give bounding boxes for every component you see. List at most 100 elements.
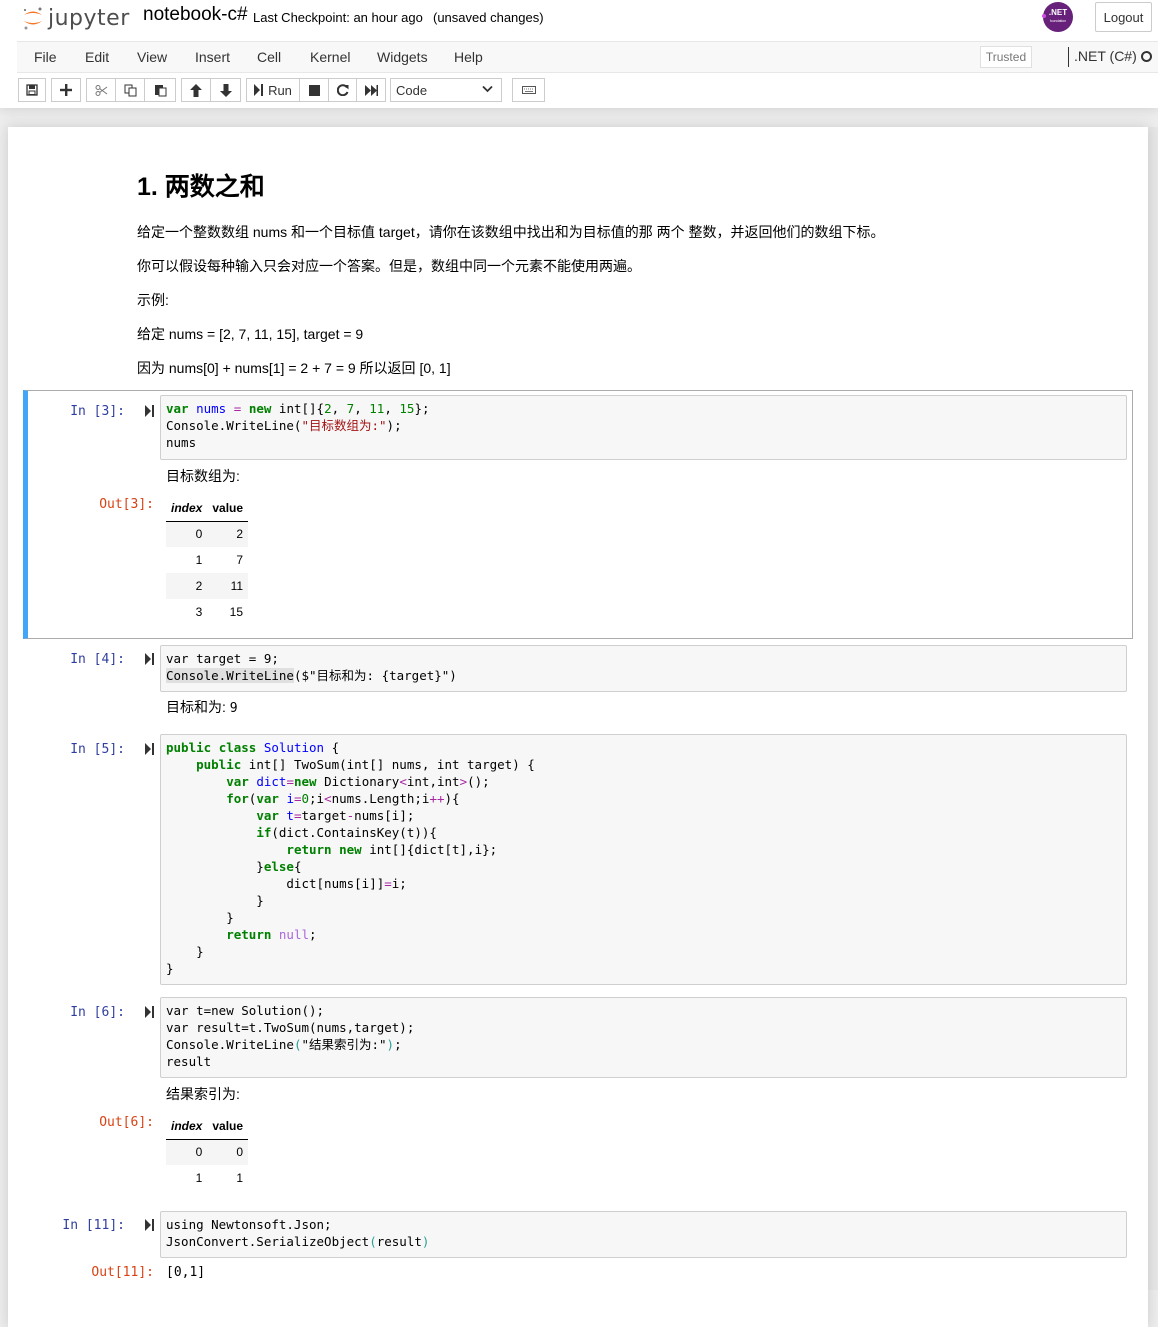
code-line: result [166, 1054, 212, 1069]
notebook-name[interactable]: notebook-c# [143, 4, 248, 26]
markdown-title: 1. 两数之和 [137, 167, 265, 203]
markdown-paragraph-5: 因为 nums[0] + nums[1] = 2 + 7 = 9 所以返回 [0… [137, 358, 451, 378]
code-input[interactable]: using Newtonsoft.Json; JsonConvert.Seria… [160, 1211, 1127, 1258]
code-line: nums [166, 435, 197, 450]
paste-icon [154, 84, 166, 96]
notebook-container: 1. 两数之和 给定一个整数数组 nums 和一个目标值 target，请你在该… [8, 127, 1148, 1327]
code-line: } [166, 944, 204, 959]
table-cell: 3 [195, 605, 203, 619]
kernel-name[interactable]: .NET (C#) [1074, 48, 1137, 64]
code-line: var t=target-nums[i]; [256, 808, 415, 823]
restart-run-all-button[interactable] [356, 78, 386, 102]
code-line: }else{ [166, 859, 302, 874]
code-input[interactable]: var target = 9; Console.WriteLine($"目标和为… [160, 645, 1127, 692]
code-line: return null; [226, 927, 317, 942]
out-prompt: Out[6]: [99, 1115, 154, 1130]
run-cell-icon[interactable] [145, 405, 155, 417]
heading: 1. 两数之和 [137, 173, 265, 201]
menu-file[interactable]: File [34, 49, 57, 65]
menu-help[interactable]: Help [454, 49, 483, 65]
paste-button[interactable] [144, 78, 176, 102]
logout-button[interactable]: Logout [1095, 2, 1152, 32]
code-line: var result=t.TwoSum(nums,target); [166, 1020, 415, 1035]
restart-icon [336, 84, 348, 96]
markdown-paragraph-4: 给定 nums = [2, 7, 11, 15], target = 9 [137, 324, 363, 344]
header: jupyter notebook-c# Last Checkpoint: an … [0, 0, 1158, 108]
chevron-down-icon [482, 85, 493, 93]
cell-type-value: Code [396, 82, 428, 98]
run-cell-icon[interactable] [145, 1006, 155, 1018]
paragraph: 示例: [137, 292, 169, 308]
column-header: index [166, 495, 208, 522]
menu-kernel[interactable]: Kernel [310, 49, 350, 65]
markdown-paragraph-2: 你可以假设每种输入只会对应一个答案。但是，数组中同一个元素不能使用两遍。 [137, 256, 641, 276]
plus-icon [60, 84, 72, 96]
run-cell-icon[interactable] [145, 653, 155, 665]
insert-cell-button[interactable] [51, 78, 81, 102]
table-cell: 0 [166, 521, 208, 547]
cut-icon [95, 84, 107, 96]
interrupt-button[interactable] [299, 78, 329, 102]
code-input[interactable]: public class Solution { public int[] Two… [160, 734, 1127, 985]
jupyter-logo-icon [24, 7, 42, 30]
paragraph: 给定 nums = [2, 7, 11, 15], target = 9 [137, 326, 364, 342]
code-line: return new int[]{dict[t],i}; [286, 842, 498, 857]
move-down-button[interactable] [210, 78, 241, 102]
in-prompt: In [5]: [70, 742, 125, 757]
paragraph: 你可以假设每种输入只会对应一个答案。但是，数组中同一个元素不能使用两遍。 [137, 258, 641, 274]
stdout-output: 目标和为: 9 [166, 697, 238, 717]
stop-icon [308, 84, 320, 96]
stdout-output: 结果索引为: [166, 1086, 240, 1102]
table-cell: 2 [166, 573, 208, 599]
trusted-indicator[interactable]: Trusted [980, 46, 1032, 68]
table-cell: 1 [236, 1171, 244, 1185]
menu-edit[interactable]: Edit [85, 49, 109, 65]
markdown-paragraph-1: 给定一个整数数组 nums 和一个目标值 target，请你在该数组中找出和为目… [137, 222, 884, 242]
code-line: dict[nums[i]]=i; [166, 876, 407, 891]
output-table: index value 02 17 2 11 3 15 [166, 495, 249, 625]
table-cell: 1 [195, 1171, 203, 1185]
stdout-value: 9 [229, 701, 238, 716]
kernel-separator [1068, 47, 1069, 67]
copy-button[interactable] [115, 78, 145, 102]
code-input[interactable]: var t=new Solution(); var result=t.TwoSu… [160, 997, 1127, 1078]
kernel-idle-icon [1141, 51, 1152, 62]
restart-button[interactable] [328, 78, 357, 102]
save-button[interactable] [18, 78, 46, 102]
menu-cell[interactable]: Cell [257, 49, 281, 65]
run-cell-icon[interactable] [145, 743, 155, 755]
run-button[interactable]: Run [246, 78, 300, 102]
checkpoint-status: Last Checkpoint: an hour ago [253, 10, 423, 25]
net-logo-main: .NET [1048, 8, 1068, 17]
fast-forward-icon [364, 84, 378, 96]
menu-view[interactable]: View [137, 49, 167, 65]
save-icon [26, 84, 38, 96]
code-line: JsonConvert.SerializeObject(result) [166, 1234, 430, 1249]
code-line: var dict=new Dictionary<int,int>(); [226, 774, 490, 789]
column-header: value [207, 495, 249, 522]
in-prompt: In [6]: [70, 1005, 125, 1020]
column-header: value [207, 1113, 249, 1140]
table-row: 2 11 [166, 573, 249, 599]
jupyter-logo[interactable]: jupyter [22, 3, 130, 33]
code-input[interactable]: var nums = new int[]{2, 7, 11, 15}; Cons… [160, 395, 1127, 460]
column-header: index [166, 1113, 208, 1140]
execute-result: [0,1] [166, 1265, 206, 1280]
menu-insert[interactable]: Insert [195, 49, 230, 65]
output-table: index value 00 11 [166, 1113, 249, 1191]
stdout-output: 目标数组为: [166, 468, 240, 484]
code-line: for(var i=0;i<nums.Length;i++){ [226, 791, 460, 806]
in-prompt: In [3]: [70, 404, 125, 419]
menu-widgets[interactable]: Widgets [377, 49, 428, 65]
keyboard-icon [521, 86, 536, 94]
cell-type-select[interactable]: Code [390, 78, 502, 102]
table-cell: 1 [195, 553, 203, 567]
move-up-button[interactable] [181, 78, 211, 102]
net-foundation-logo: .NET foundation [1043, 2, 1073, 32]
run-cell-icon[interactable] [145, 1219, 155, 1231]
table-header-row: index value [166, 1113, 249, 1140]
cut-button[interactable] [86, 78, 116, 102]
command-palette-button[interactable] [512, 78, 545, 102]
scrollbar-track[interactable] [1148, 127, 1158, 1290]
code-line: } [166, 961, 174, 976]
